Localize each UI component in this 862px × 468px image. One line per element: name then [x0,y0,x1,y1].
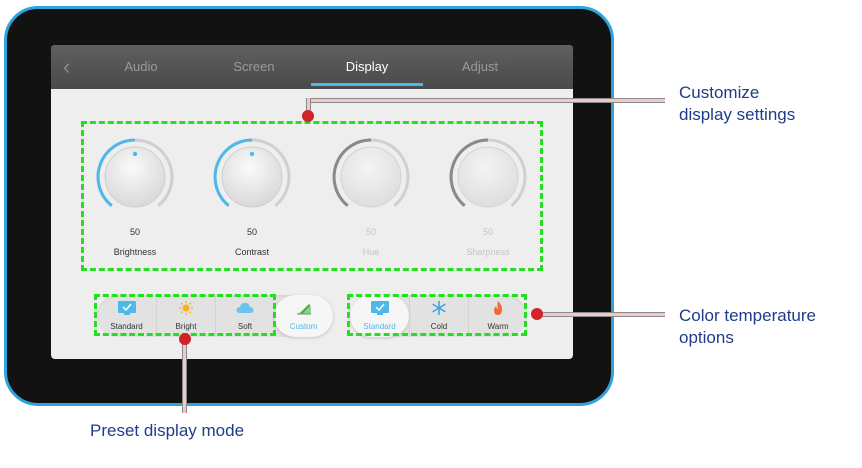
preset-callout-dot [179,333,191,345]
customize-callout: Customize display settings [679,82,795,126]
customize-callout-line [308,98,665,103]
tab-adjust[interactable]: Adjust [440,59,520,74]
color-temp-callout-line2: options [679,328,734,347]
color-temp-highlight-box [347,294,527,336]
customize-callout-line1: Customize [679,83,760,102]
custom-pencil-icon [296,304,311,315]
preset-highlight-box [94,294,276,336]
tab-screen[interactable]: Screen [214,59,294,74]
preset-custom-label: Custom [289,322,318,331]
knobs-highlight-box [81,121,543,271]
customize-callout-dot [302,110,314,122]
tab-bar: ‹ Audio Screen Display Adjust [51,45,573,89]
preset-callout-line [182,341,187,413]
color-temp-callout-dot [531,308,543,320]
customize-callout-line2: display settings [679,105,796,124]
color-temp-callout-line1: Color temperature [679,306,817,325]
active-tab-indicator [311,83,423,86]
tab-audio[interactable]: Audio [101,59,181,74]
preset-callout: Preset display mode [90,421,245,440]
tab-display[interactable]: Display [327,59,407,74]
back-chevron-icon[interactable]: ‹ [63,56,70,78]
preset-custom[interactable]: Custom [274,295,333,337]
color-temp-callout: Color temperature options [679,305,816,349]
color-temp-callout-line [537,312,665,317]
